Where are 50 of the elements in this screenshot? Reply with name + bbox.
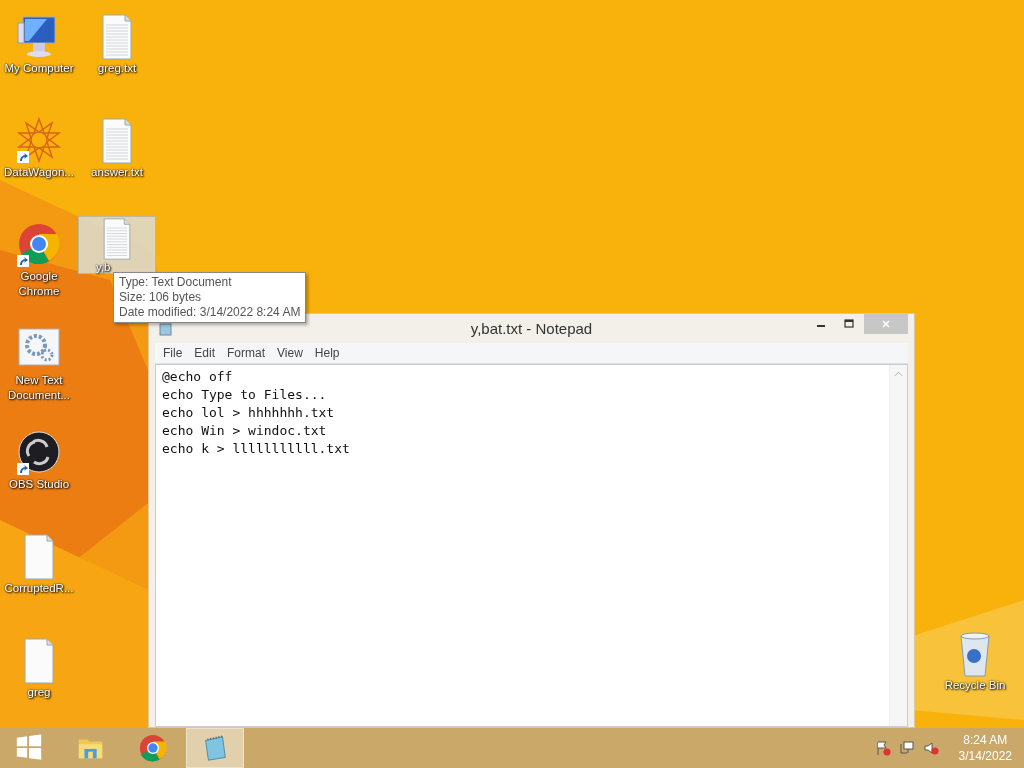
scrollbar[interactable] [889, 365, 907, 726]
text-line: echo Win > windoc.txt [162, 422, 327, 440]
desktop-shortcut[interactable]: My Computer [0, 8, 78, 80]
icon-label: y,b [96, 261, 111, 273]
menu-item[interactable]: Edit [188, 346, 222, 360]
tooltip-text: Size: 106 bytes [119, 290, 203, 305]
text-area[interactable]: @echo off echo Type to Files... echo lol > hhhhhhh.txt echo Win > windoc.txt echo k > lllllllllll.txt [155, 364, 908, 727]
chrome-icon [138, 733, 168, 763]
icon-label: DataWagon... [3, 165, 75, 180]
icon-label: New Text Document... [7, 373, 71, 403]
text-line: echo lol > hhhhhhh.txt [162, 404, 335, 422]
notepad-icon [159, 321, 173, 336]
desktop-shortcut[interactable]: greg.txt [78, 8, 156, 80]
window-title: y,bat.txt - Notepad [470, 320, 593, 337]
star-pattern-icon [17, 117, 61, 165]
tooltip-text: Type: Text Document [119, 275, 233, 290]
text-line: echo Type to Files... [162, 386, 327, 404]
taskbar-button[interactable] [186, 728, 244, 768]
icon-label: Recycle Bin [943, 678, 1007, 693]
network-icon [898, 740, 915, 756]
scroll-up-icon [894, 371, 903, 377]
icon-label: greg [26, 685, 52, 700]
text-line: @echo off [162, 368, 233, 386]
desktop-shortcut[interactable]: New Text Document... [0, 320, 78, 406]
desktop-shortcut[interactable]: CorruptedR... [0, 528, 78, 600]
menu-item[interactable]: Help [308, 346, 346, 360]
menu-item[interactable]: View [271, 346, 309, 360]
maximize-icon [844, 319, 854, 329]
text-line: echo k > lllllllllll.txt [162, 440, 350, 458]
icon-label: answer.txt [90, 165, 144, 180]
menu-item[interactable]: Format [221, 346, 272, 360]
desktop-shortcut[interactable]: greg [0, 632, 78, 704]
menu-item[interactable]: File [157, 346, 189, 360]
windows-logo-icon [14, 733, 44, 763]
desktop-shortcut[interactable]: OBS Studio [0, 424, 78, 496]
speaker-muted-icon [922, 740, 939, 756]
clock[interactable]: 8:24 AM 3/14/2022 [958, 732, 1012, 764]
flag-error-icon [874, 740, 891, 756]
icon-label: My Computer [3, 61, 75, 76]
clock-date: 3/14/2022 [958, 748, 1012, 764]
icon-label: greg.txt [96, 61, 138, 76]
clock-time: 8:24 AM [963, 732, 1008, 748]
desktop-shortcut[interactable]: DataWagon... [0, 112, 78, 184]
desktop-shortcut[interactable]: Google Chrome [0, 216, 78, 302]
icon-label: Google Chrome [17, 269, 61, 299]
close-icon [881, 319, 891, 329]
tooltip-text: Date modified: 3/14/2022 8:24 AM [119, 305, 301, 320]
desktop-shortcut[interactable]: answer.txt [78, 112, 156, 184]
icon-label: OBS Studio [7, 477, 71, 492]
icon-label: CorruptedR... [3, 581, 75, 596]
